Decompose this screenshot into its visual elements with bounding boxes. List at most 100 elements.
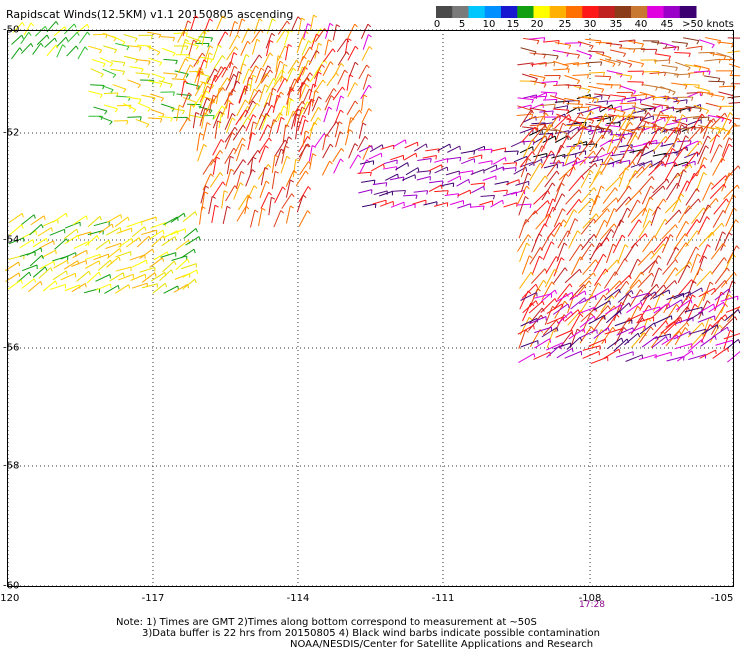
wind-barb — [685, 173, 695, 192]
wind-barb — [236, 18, 243, 35]
wind-barb-flag — [282, 186, 286, 191]
wind-barb — [266, 18, 273, 35]
wind-barb — [630, 93, 647, 97]
wind-barb-flag — [699, 140, 703, 145]
wind-barb — [585, 61, 602, 64]
wind-barb-flag — [161, 257, 165, 262]
wind-barb-flag — [248, 68, 253, 72]
wind-barb-flag — [269, 69, 273, 74]
wind-barb-flag — [45, 238, 48, 243]
wind-barb — [360, 84, 370, 100]
wind-barb — [710, 280, 726, 296]
wind-barb-flag — [189, 64, 194, 69]
wind-barb-flag — [241, 18, 246, 22]
wind-barb-flag — [685, 99, 688, 104]
wind-barb — [202, 159, 214, 175]
wind-barb-flag — [590, 312, 594, 317]
wind-barb — [416, 175, 431, 181]
wind-barb — [595, 41, 612, 44]
wind-barb — [217, 31, 226, 47]
wind-barb — [149, 257, 163, 268]
wind-barb-flag — [707, 244, 711, 248]
wind-barb — [390, 176, 404, 181]
wind-barb-flag — [75, 45, 79, 50]
wind-barb-flag — [613, 208, 618, 212]
wind-barb-flag — [459, 145, 461, 151]
wind-barb-flag — [76, 228, 79, 234]
wind-barb-flag — [637, 258, 641, 263]
wind-barb-flag — [46, 34, 50, 39]
wind-barb-flag — [624, 244, 629, 248]
wind-barb-flag — [128, 284, 131, 289]
wind-barb-flag — [195, 111, 200, 115]
wind-barb-flag — [111, 223, 114, 228]
wind-barb-flag — [286, 155, 291, 160]
wind-barb-flag — [40, 42, 44, 47]
wind-barb-flag — [722, 81, 725, 86]
wind-barb — [298, 186, 309, 203]
wind-barb — [44, 37, 56, 48]
wind-barb — [11, 34, 23, 45]
wind-barb-flag — [402, 176, 405, 182]
wind-barb-flag — [122, 62, 126, 67]
wind-barb — [176, 105, 180, 122]
wind-barb — [723, 332, 740, 340]
wind-barb — [110, 68, 125, 72]
longitude-label: -117 — [141, 593, 165, 604]
wind-barb — [131, 259, 147, 268]
wind-barb-flag — [357, 154, 362, 159]
wind-barb — [296, 195, 304, 213]
wind-barb — [712, 157, 723, 176]
wind-barb-flag — [568, 45, 572, 50]
wind-barb — [595, 219, 605, 239]
wind-barb-flag — [265, 180, 270, 184]
wind-barb-flag — [195, 45, 199, 50]
wind-barb — [303, 23, 309, 40]
longitude-label: -111 — [431, 593, 455, 604]
wind-barb-flag — [626, 207, 631, 212]
wind-barb — [618, 207, 628, 227]
wind-barb-flag — [527, 157, 532, 162]
wind-barb-flag — [292, 67, 297, 72]
wind-barb — [277, 45, 286, 61]
wind-barb — [666, 247, 677, 266]
wind-barb-flag — [593, 315, 596, 321]
wind-barb — [151, 235, 164, 247]
wind-barb — [368, 152, 382, 160]
wind-barb-flag — [721, 96, 725, 101]
wind-barb-flag — [581, 175, 585, 180]
wind-barb — [541, 80, 558, 83]
wind-barb-flag — [657, 206, 662, 210]
wind-barb — [533, 153, 548, 158]
wind-barb-flag — [574, 218, 579, 222]
wind-barb-flag — [265, 145, 269, 149]
wind-barb — [708, 222, 723, 239]
wind-barb-flag — [706, 68, 710, 73]
wind-barb — [268, 119, 274, 138]
wind-barb-flag — [580, 112, 584, 117]
wind-barb — [471, 145, 485, 153]
wind-barb — [148, 57, 162, 63]
wind-barb — [105, 227, 121, 236]
wind-barb-flag — [188, 95, 191, 100]
wind-barb — [457, 203, 471, 209]
wind-barb-flag — [367, 73, 372, 78]
wind-barb — [150, 222, 166, 229]
wind-barb-flag — [591, 120, 595, 125]
wind-barb — [140, 216, 157, 223]
wind-barb-flag — [724, 303, 729, 308]
wind-barb — [180, 263, 197, 270]
wind-barb — [478, 148, 493, 151]
wind-barb-flag — [286, 20, 290, 25]
wind-barb — [21, 278, 35, 289]
wind-barb-flag — [621, 234, 626, 239]
wind-barb-flag — [228, 99, 232, 104]
wind-barb-flag — [182, 110, 185, 115]
wind-barb — [605, 243, 614, 264]
wind-barb-flag — [354, 82, 359, 86]
wind-barb-flag — [295, 158, 300, 162]
wind-barb-flag — [123, 88, 127, 93]
wind-barb — [711, 257, 725, 274]
wind-barb — [686, 45, 703, 49]
wind-barb-flag — [302, 194, 307, 199]
